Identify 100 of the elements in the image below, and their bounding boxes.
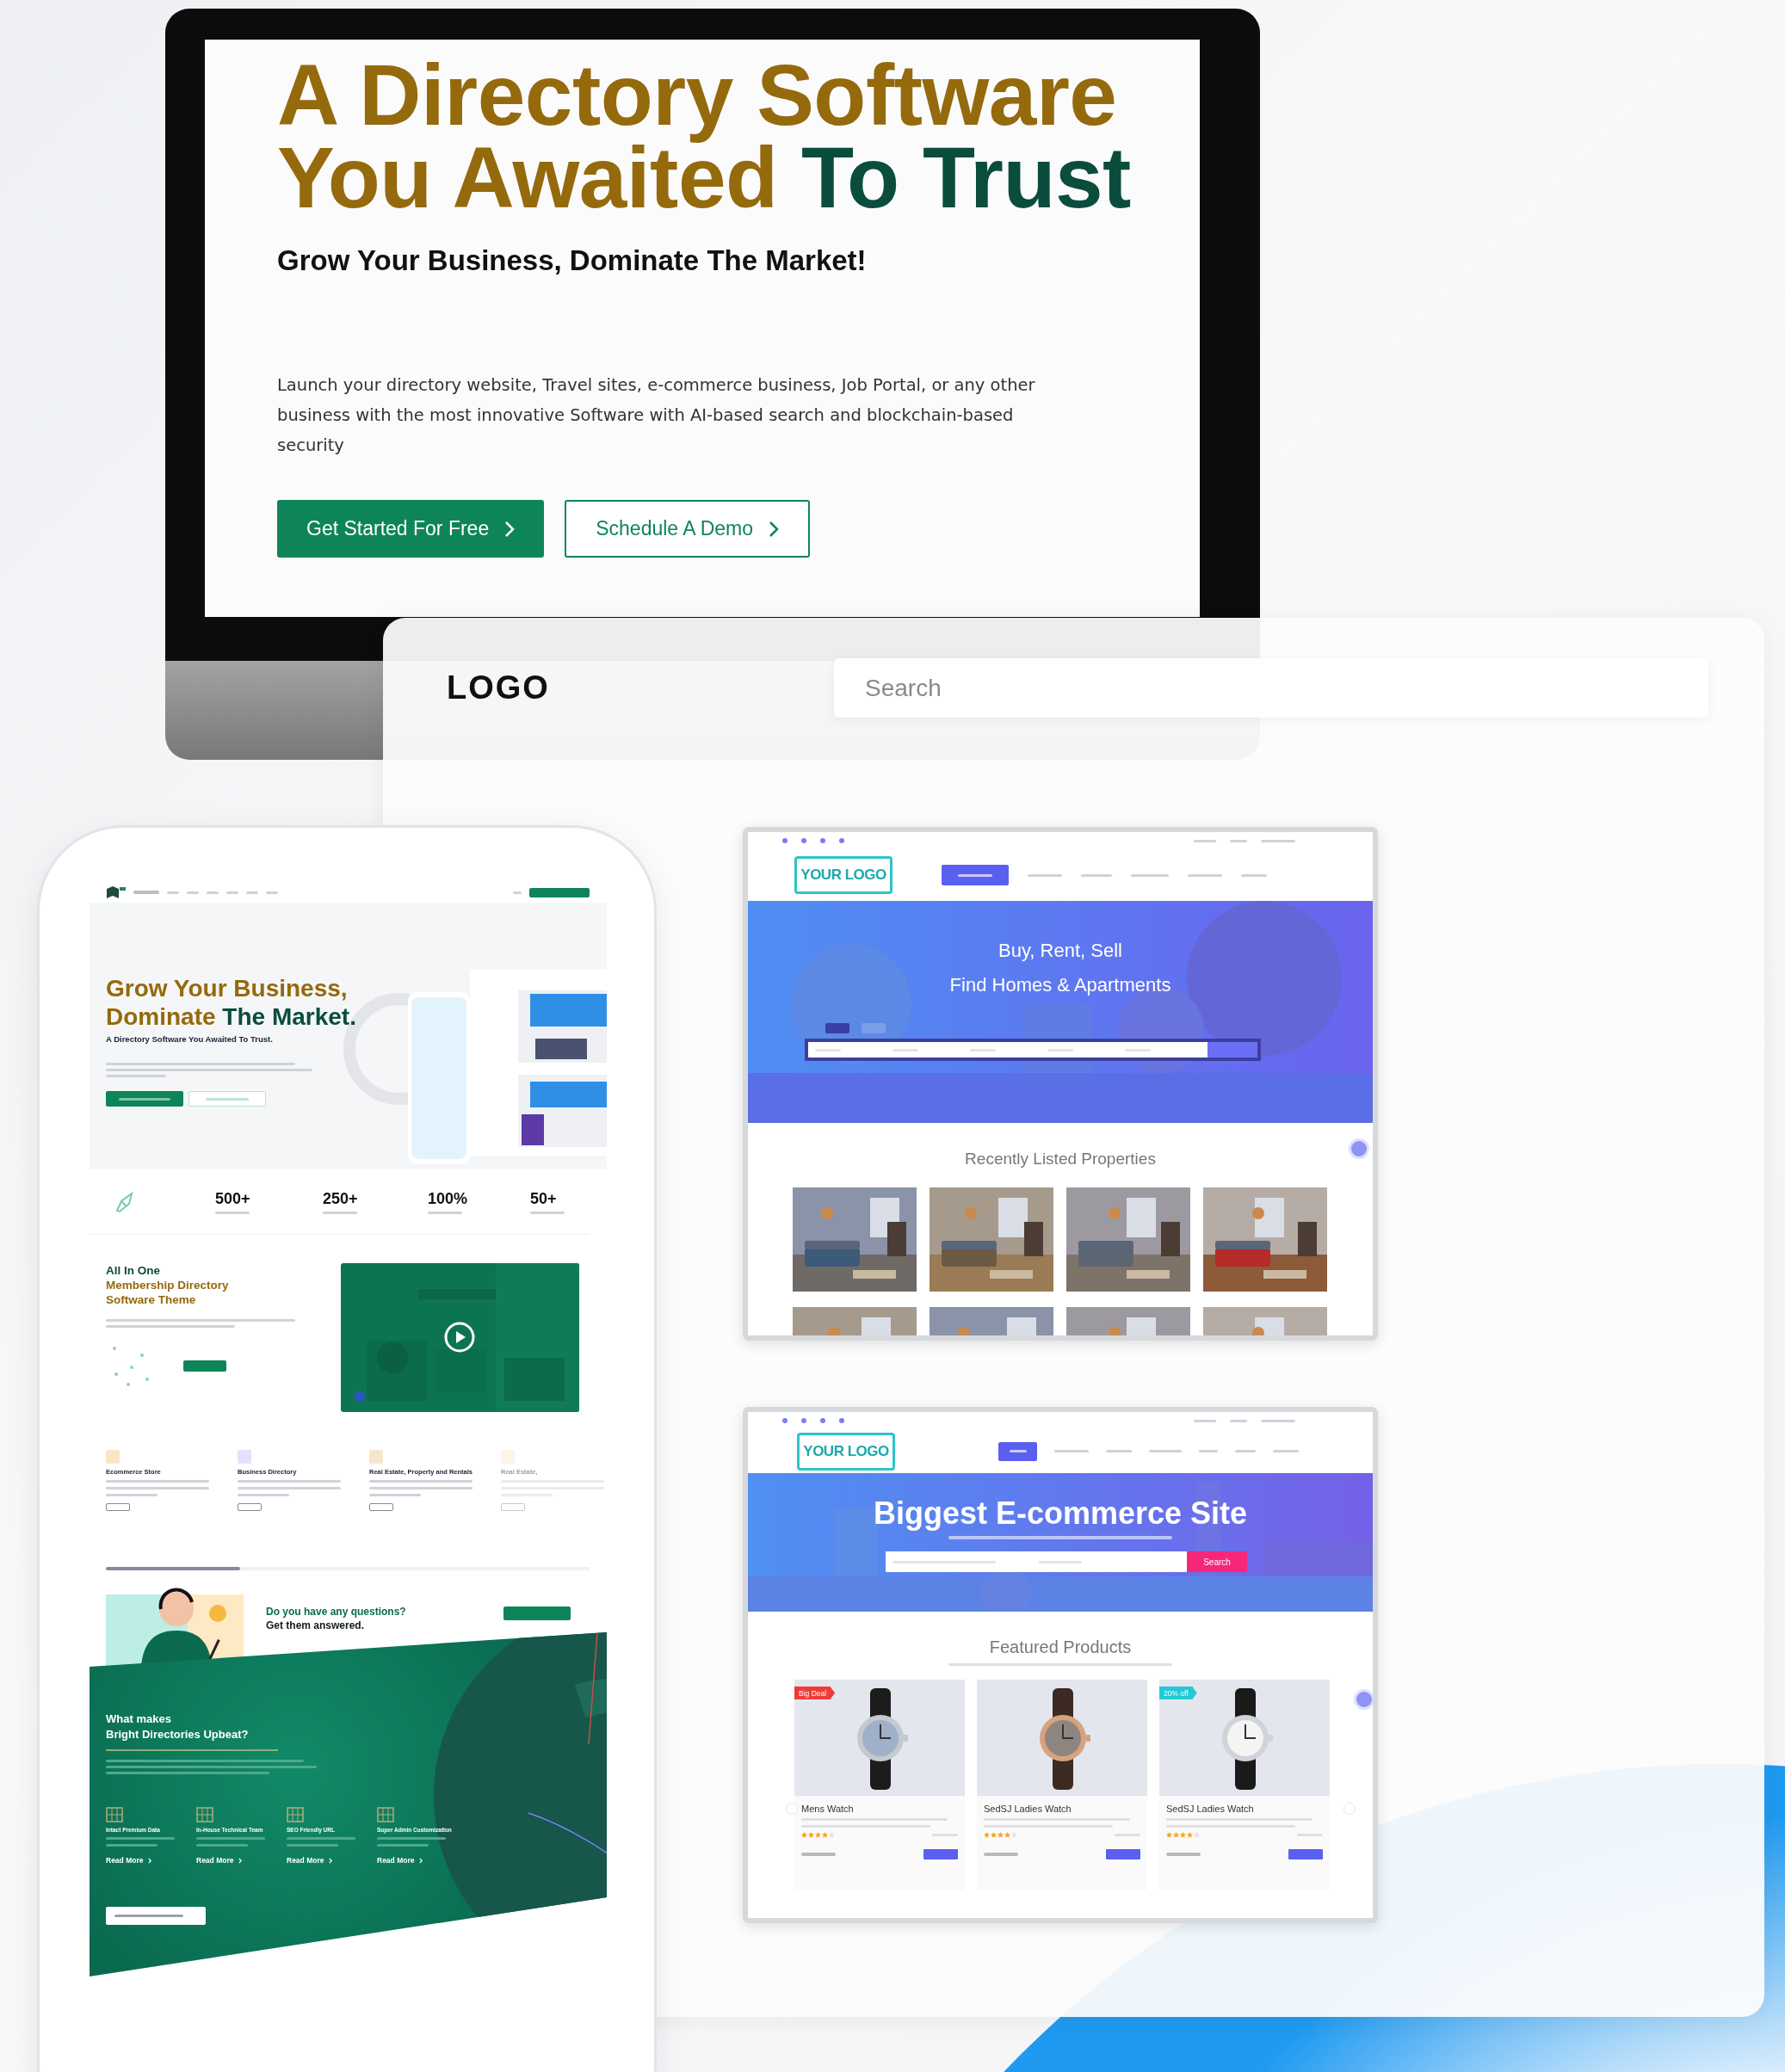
- hero-heading: Biggest E-commerce Site: [872, 1495, 1249, 1532]
- read-more-link[interactable]: Read More: [377, 1856, 415, 1865]
- cta-button[interactable]: [106, 1907, 206, 1925]
- product-name: Mens Watch: [801, 1804, 855, 1814]
- blurred-text: [167, 891, 179, 894]
- blurred-text: [1235, 1450, 1256, 1452]
- category-icon: [238, 1450, 251, 1464]
- hero-heading: Buy, Rent, Sell: [998, 939, 1123, 963]
- blurred-text: [206, 1097, 249, 1101]
- social-icon[interactable]: [782, 838, 788, 843]
- schedule-demo-button[interactable]: Schedule A Demo: [565, 500, 811, 558]
- nav-button[interactable]: [998, 1441, 1037, 1461]
- social-icon[interactable]: [839, 1418, 844, 1423]
- building-icon: [196, 1807, 213, 1822]
- blurred-text: [1261, 1419, 1295, 1422]
- play-button[interactable]: [444, 1322, 475, 1353]
- logo: LOGO: [447, 669, 551, 706]
- blurred-text: [801, 1853, 836, 1856]
- social-icon[interactable]: [801, 1418, 806, 1423]
- blurred-text: [1166, 1853, 1201, 1856]
- stat-value: 50+: [530, 1189, 558, 1208]
- chevron-right-icon: [769, 520, 780, 538]
- badge: Big Deal: [794, 1687, 836, 1699]
- outline-button[interactable]: [238, 1503, 262, 1511]
- blurred-text: [530, 1211, 565, 1214]
- blurred-text: [1241, 873, 1267, 877]
- nav-button[interactable]: [942, 865, 1009, 885]
- blurred-text: [133, 891, 159, 894]
- banner-title: What makes Bright Directories Upbeat?: [106, 1711, 250, 1742]
- chat-button[interactable]: [1349, 1138, 1369, 1159]
- social-icon[interactable]: [820, 1418, 825, 1423]
- social-icon[interactable]: [782, 1418, 788, 1423]
- blurred-text: [513, 891, 522, 894]
- outline-button[interactable]: [106, 1503, 130, 1511]
- blurred-text: [428, 1211, 462, 1214]
- headline: A Directory Software You Awaited To Trust: [277, 53, 1132, 219]
- blurred-text: [1230, 1419, 1247, 1422]
- blurred-text: [226, 891, 238, 894]
- hero-heading: Find Homes & Apartments: [948, 973, 1172, 997]
- blurred-text: [1194, 839, 1216, 842]
- blurred-text: [1273, 1450, 1299, 1452]
- section-title: All In One Membership Directory Software Theme: [106, 1263, 230, 1307]
- chevron-right-icon: [329, 1858, 334, 1864]
- cta-button[interactable]: [106, 1091, 183, 1107]
- blurred-text: [984, 1853, 1018, 1856]
- chevron-right-icon: [504, 520, 516, 538]
- get-started-button[interactable]: Get Started For Free: [277, 500, 545, 558]
- cta-button[interactable]: [529, 887, 590, 897]
- chevron-right-icon: [419, 1858, 424, 1864]
- blurred-text: [187, 891, 199, 894]
- blurred-text: [196, 1844, 248, 1847]
- building-icon: [106, 1807, 123, 1822]
- blurred-text: [207, 891, 219, 894]
- cta-button[interactable]: [183, 1360, 226, 1372]
- blurred-text: [958, 873, 992, 877]
- blurred-text: [1199, 1450, 1218, 1452]
- description: Launch your directory website, Travel sites, e-commerce business, Job Portal, or any other business with the most innovative Software with AI-based search and blockchain-based security: [277, 374, 1036, 457]
- stat-value: 250+: [323, 1189, 359, 1208]
- blurred-text: [1106, 1450, 1132, 1452]
- blurred-text: [1131, 873, 1169, 877]
- social-icon[interactable]: [820, 838, 825, 843]
- tagline: A Directory Software You Awaited To Trust.: [106, 1034, 274, 1044]
- blurred-text: [377, 1844, 429, 1847]
- blurred-text: [106, 1494, 158, 1496]
- section-title: Featured Products: [988, 1637, 1133, 1657]
- social-icon[interactable]: [839, 838, 844, 843]
- stat-value: 500+: [215, 1189, 251, 1208]
- search-button[interactable]: Search: [1187, 1551, 1247, 1572]
- stat-value: 100%: [428, 1189, 469, 1208]
- search-field[interactable]: Search: [834, 658, 1708, 718]
- search-field[interactable]: [886, 1551, 1187, 1572]
- blurred-text: [106, 1075, 166, 1077]
- blurred-text: [1188, 873, 1222, 877]
- outline-button[interactable]: [369, 1503, 393, 1511]
- blurred-text: [1230, 839, 1247, 842]
- blurred-text: [1194, 1419, 1216, 1422]
- question-text: Do you have any questions? Get them answered.: [266, 1605, 407, 1633]
- chat-button[interactable]: [1354, 1689, 1373, 1710]
- blurred-text: [1009, 1450, 1027, 1452]
- social-icon[interactable]: [801, 838, 806, 843]
- blurred-text: [1261, 839, 1295, 842]
- building-icon: [287, 1807, 304, 1822]
- read-more-link[interactable]: Read More: [106, 1856, 144, 1865]
- chevron-right-icon: [148, 1858, 153, 1864]
- building-icon: [377, 1807, 394, 1822]
- blurred-text: [287, 1844, 338, 1847]
- blurred-text: [266, 891, 278, 894]
- category-icon: [369, 1450, 383, 1464]
- read-more-link[interactable]: Read More: [287, 1856, 324, 1865]
- chevron-right-icon: [238, 1858, 244, 1864]
- blurred-text: [1028, 873, 1062, 877]
- category-icon: [501, 1450, 515, 1464]
- product-name: SedSJ Ladies Watch: [984, 1804, 1072, 1814]
- category-icon: [106, 1450, 120, 1464]
- blurred-text: [215, 1211, 250, 1214]
- section-title: Recently Listed Properties: [964, 1150, 1157, 1169]
- blurred-text: [1054, 1450, 1089, 1452]
- site-logo: YOUR LOGO: [794, 856, 892, 894]
- blurred-text: [238, 1494, 289, 1496]
- read-more-link[interactable]: Read More: [196, 1856, 234, 1865]
